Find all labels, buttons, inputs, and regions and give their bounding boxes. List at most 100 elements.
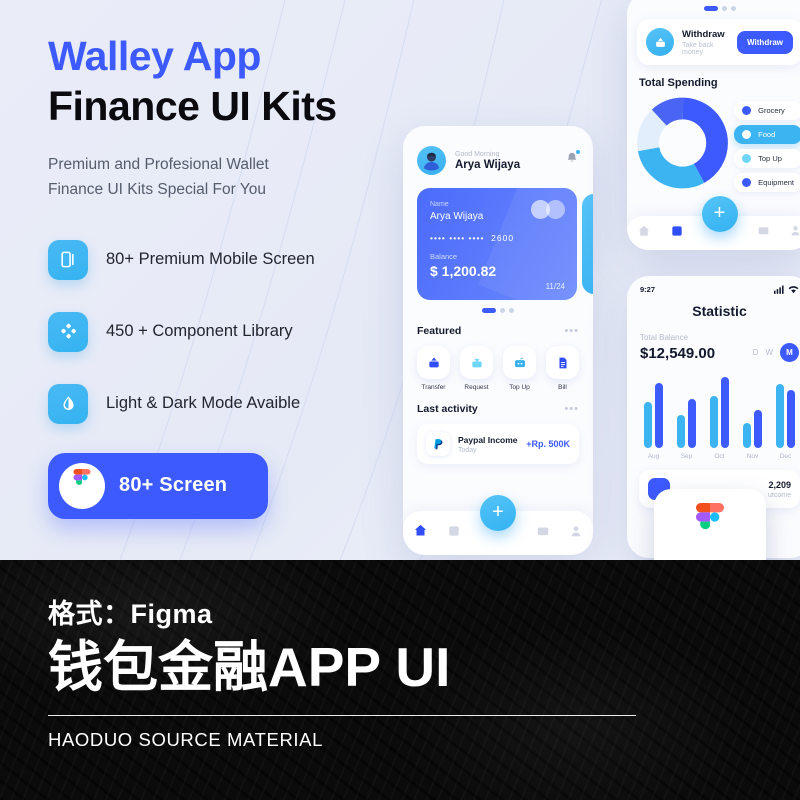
hero-title-secondary: Finance UI Kits xyxy=(48,82,337,129)
nav-stats[interactable] xyxy=(670,224,684,243)
withdraw-button[interactable]: Withdraw xyxy=(737,30,793,54)
legend-item-equipment[interactable]: Equipment xyxy=(734,173,800,192)
feature-item: 450 + Component Library xyxy=(48,303,388,361)
month-label: Dec xyxy=(779,453,792,460)
banner-divider xyxy=(48,714,636,717)
activity-text: Paypal Income Today xyxy=(458,435,518,454)
last-activity-title: Last activity xyxy=(417,403,478,415)
carousel-dot[interactable] xyxy=(500,308,505,313)
notification-bell-icon[interactable] xyxy=(565,150,580,170)
cta-screen-button[interactable]: 80+ Screen xyxy=(48,452,268,519)
spending-carousel-dots[interactable] xyxy=(627,0,800,11)
balance-value: $12,549.00 xyxy=(640,345,716,362)
range-toggle: D W M xyxy=(753,343,799,362)
bar-group xyxy=(644,383,663,448)
activity-row[interactable]: Paypal Income Today +Rp. 500K xyxy=(417,424,579,464)
feature-list: 80+ Premium Mobile Screen 450 + Componen… xyxy=(48,231,388,433)
banner-content: 格式：Figma 钱包金融APP UI HAODUO SOURCE MATERI… xyxy=(0,560,800,751)
statistic-title: Statistic xyxy=(692,303,747,319)
legend-swatch xyxy=(742,106,752,115)
hero-subtitle-line2: Finance UI Kits Special For You xyxy=(48,181,266,199)
card-expiry: 11/24 xyxy=(545,282,565,291)
phone-spending: Withdraw Take back money Withdraw Total … xyxy=(627,0,800,250)
banner-main-title: 钱包金融APP UI xyxy=(48,636,451,698)
carousel-dot[interactable] xyxy=(509,308,514,313)
withdraw-text: Withdraw Take back money xyxy=(682,29,729,56)
legend-swatch xyxy=(742,154,752,163)
month-label: Oct xyxy=(714,453,725,460)
phone-main-wallet: Good Morning Arya Wijaya Name Arya Wijay… xyxy=(403,126,593,555)
mastercard-icon xyxy=(531,200,565,219)
month-label: Aug xyxy=(647,453,660,460)
legend-item-topup[interactable]: Top Up xyxy=(734,149,800,168)
nav-profile[interactable] xyxy=(569,524,583,543)
carousel-dot-active[interactable] xyxy=(482,308,496,313)
range-month[interactable]: M xyxy=(780,343,799,362)
status-time: 9:27 xyxy=(640,285,656,294)
card-carousel: Name Arya Wijaya •••• •••• •••• 2600 Bal… xyxy=(417,188,593,300)
featured-actions: Transfer Request Top Up Bill xyxy=(403,337,593,391)
activity-title: Paypal Income xyxy=(458,434,518,445)
action-request[interactable]: Request xyxy=(460,346,493,391)
legend-label: Grocery xyxy=(758,106,785,115)
featured-header: Featured ••• xyxy=(403,325,593,337)
spending-legend: Grocery Food Top Up Equipment xyxy=(734,97,800,192)
card-masked: •••• •••• •••• xyxy=(430,233,485,243)
nav-home[interactable] xyxy=(413,523,428,543)
nav-wallet[interactable] xyxy=(757,224,770,242)
add-fab-button[interactable]: + xyxy=(701,196,738,232)
card-name-label: Name xyxy=(430,201,449,208)
withdraw-card: Withdraw Take back money Withdraw xyxy=(637,19,800,65)
user-name: Arya Wijaya xyxy=(455,158,521,171)
outcome-label: utcome xyxy=(768,491,791,499)
last-activity-more-icon[interactable]: ••• xyxy=(564,403,579,415)
cta-label: 80+ Screen xyxy=(119,474,228,496)
card-balance-value: $ 1,200.82 xyxy=(430,263,497,279)
feature-label: 450 + Component Library xyxy=(106,322,293,340)
mobile-screen-icon xyxy=(48,239,88,280)
carousel-dots[interactable] xyxy=(403,300,593,313)
spending-chart-area: Grocery Food Top Up Equipment xyxy=(627,89,800,192)
nav-home[interactable] xyxy=(637,224,651,243)
withdraw-title: Withdraw xyxy=(682,28,725,40)
legend-swatch xyxy=(742,130,752,139)
bar-group xyxy=(710,377,729,448)
withdraw-subtitle: Take back money xyxy=(682,41,714,56)
balance-block: Total Balance $12,549.00 xyxy=(640,333,715,362)
figma-badge: Figma xyxy=(654,489,766,560)
nav-wallet[interactable] xyxy=(536,524,550,543)
statistic-bar-chart xyxy=(627,374,800,448)
total-spending-title: Total Spending xyxy=(639,77,718,89)
action-transfer[interactable]: Transfer xyxy=(417,346,450,391)
spending-donut-chart xyxy=(637,97,728,189)
bar-group xyxy=(677,399,696,448)
greeting-text: Good Morning xyxy=(455,150,500,158)
carousel-dot[interactable] xyxy=(730,6,736,11)
month-label: Nov xyxy=(746,453,759,460)
nav-profile[interactable] xyxy=(789,224,800,242)
signal-bars-icon xyxy=(774,285,784,294)
balance-row: Total Balance $12,549.00 D W M xyxy=(627,319,800,362)
carousel-dot-active[interactable] xyxy=(703,6,718,11)
wifi-icon xyxy=(788,286,799,294)
hero-subtitle: Premium and Profesional Wallet Finance U… xyxy=(48,152,388,202)
wallet-card-next[interactable] xyxy=(582,194,593,294)
last-activity-header: Last activity ••• xyxy=(403,403,593,415)
range-week[interactable]: W xyxy=(765,348,773,357)
featured-more-icon[interactable]: ••• xyxy=(564,325,579,337)
feature-label: 80+ Premium Mobile Screen xyxy=(106,250,315,268)
add-fab-button[interactable]: + xyxy=(480,495,516,531)
legend-item-grocery[interactable]: Grocery xyxy=(734,101,800,120)
request-icon xyxy=(460,346,493,379)
hero-left-column: Walley App Finance UI Kits Premium and P… xyxy=(48,33,388,519)
legend-item-food[interactable]: Food xyxy=(734,125,800,144)
carousel-dot[interactable] xyxy=(721,6,727,11)
nav-stats[interactable] xyxy=(447,524,461,543)
droplet-icon xyxy=(48,383,88,424)
wallet-card[interactable]: Name Arya Wijaya •••• •••• •••• 2600 Bal… xyxy=(417,188,577,300)
hero-title-primary: Walley App xyxy=(48,33,261,79)
action-topup[interactable]: Top Up xyxy=(503,346,536,391)
outcome-values: 2,209 utcome xyxy=(768,480,791,499)
range-day[interactable]: D xyxy=(753,348,759,357)
action-bill[interactable]: Bill xyxy=(546,346,579,391)
